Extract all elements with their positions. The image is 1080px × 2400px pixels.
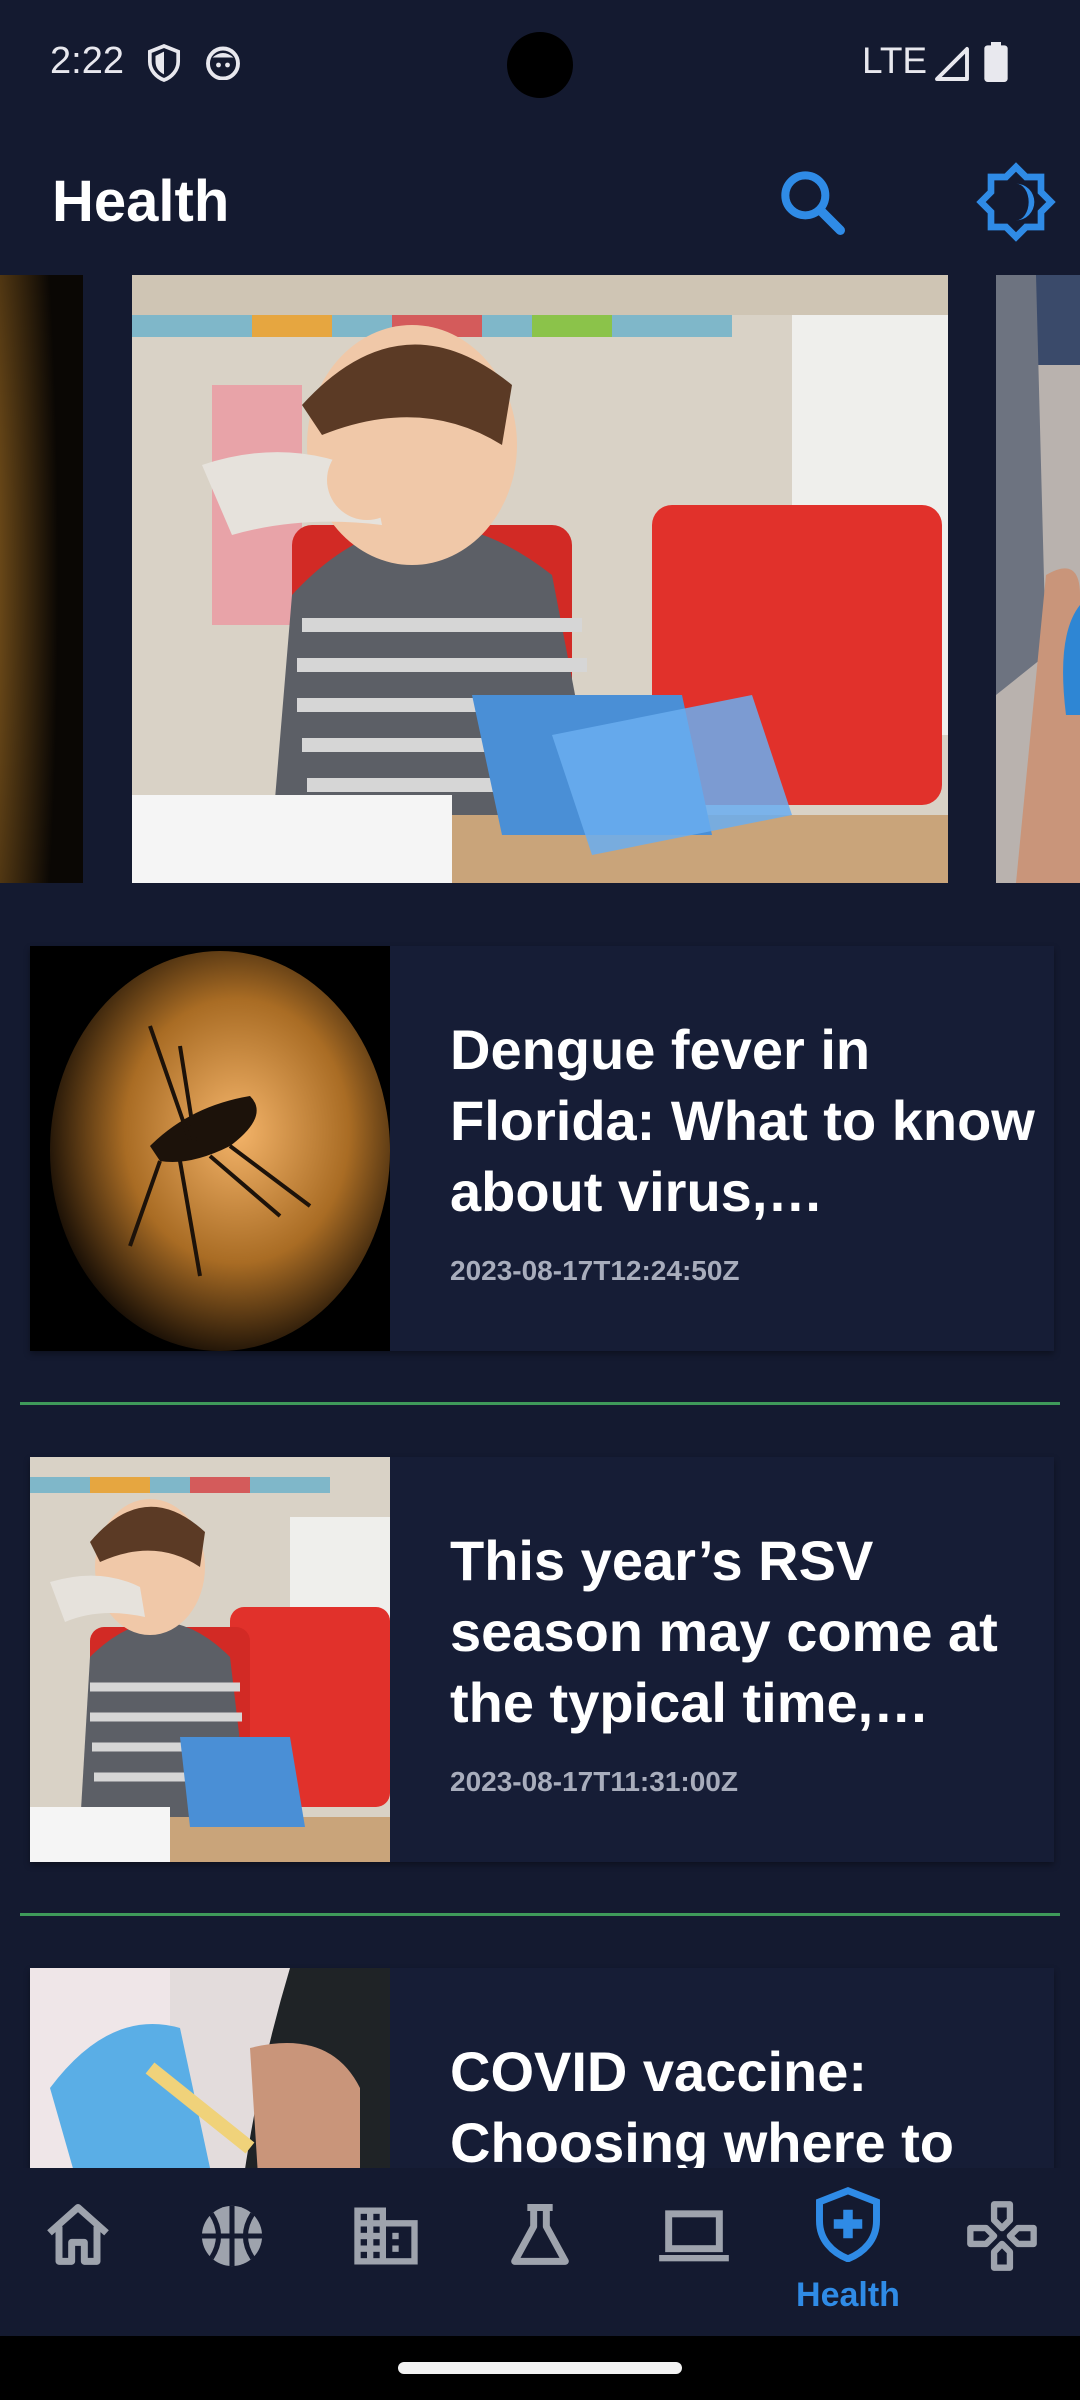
article-text: COVID vaccine: Choosing where to get you… [450, 2036, 1050, 2168]
nav-health-label: Health [796, 2276, 900, 2314]
nav-home[interactable] [3, 2168, 153, 2336]
article-date: 2023-08-17T12:24:50Z [450, 1255, 740, 1286]
article-thumbnail [30, 1457, 390, 1862]
nav-health[interactable]: Health [773, 2168, 923, 2336]
article-thumbnail [30, 1968, 390, 2168]
health-shield-icon [816, 2187, 880, 2262]
shield-icon [147, 44, 181, 87]
article-text: Dengue fever in Florida: What to know ab… [450, 1014, 1050, 1287]
mosquito-photo [0, 275, 83, 883]
article-text: This year’s RSV season may come at the t… [450, 1525, 1050, 1798]
science-flask-icon [511, 2204, 569, 2265]
laptop-icon [659, 2210, 729, 2262]
bottom-navigation: Health [0, 2168, 1080, 2336]
nav-gaming[interactable] [927, 2168, 1077, 2336]
carousel-slide-prev[interactable] [0, 275, 83, 883]
divider [20, 1913, 1060, 1916]
article-card[interactable]: Dengue fever in Florida: What to know ab… [30, 946, 1054, 1351]
article-title: This year’s RSV season may come at the t… [450, 1529, 998, 1734]
article-list[interactable]: Dengue fever in Florida: What to know ab… [0, 930, 1080, 2168]
search-button[interactable] [772, 162, 852, 242]
mosquito-photo [30, 946, 390, 1351]
brightness-icon [976, 162, 1056, 242]
camera-cutout [507, 32, 573, 98]
network-type: LTE [862, 40, 928, 81]
nav-sports[interactable] [157, 2168, 307, 2336]
carousel-slide-current[interactable] [132, 275, 948, 883]
article-title: COVID vaccine: Choosing where to get you… [450, 2040, 954, 2168]
article-date: 2023-08-17T11:31:00Z [450, 1766, 738, 1797]
article-card[interactable]: COVID vaccine: Choosing where to get you… [30, 1968, 1054, 2168]
battery-icon [984, 42, 1008, 87]
home-icon [47, 2204, 109, 2265]
status-time: 2:22 [50, 40, 124, 82]
carousel-slide-next[interactable] [996, 275, 1080, 883]
article-card[interactable]: This year’s RSV season may come at the t… [30, 1457, 1054, 1862]
article-thumbnail [30, 946, 390, 1351]
gesture-handle[interactable] [398, 2362, 682, 2374]
featured-carousel[interactable] [0, 275, 1080, 883]
gesture-navigation-area [0, 2336, 1080, 2400]
gamepad-icon [967, 2201, 1037, 2271]
vaccine-photo [30, 1968, 390, 2168]
cat-face-icon [205, 44, 241, 85]
app-bar: Health [0, 130, 1080, 272]
nav-business[interactable] [311, 2168, 461, 2336]
nav-technology[interactable] [619, 2168, 769, 2336]
page-title: Health [52, 169, 230, 234]
child-sneezing-photo [30, 1457, 390, 1862]
child-sneezing-photo [132, 275, 948, 883]
theme-toggle-button[interactable] [976, 162, 1056, 242]
search-icon [781, 171, 845, 235]
article-title: Dengue fever in Florida: What to know ab… [450, 1018, 1035, 1223]
status-bar: 2:22 LTE [0, 0, 1080, 130]
divider [20, 1402, 1060, 1405]
signal-icon [934, 46, 970, 87]
business-building-icon [354, 2207, 418, 2265]
basketball-icon [201, 2205, 263, 2267]
vaccine-photo [996, 275, 1080, 883]
nav-science[interactable] [465, 2168, 615, 2336]
